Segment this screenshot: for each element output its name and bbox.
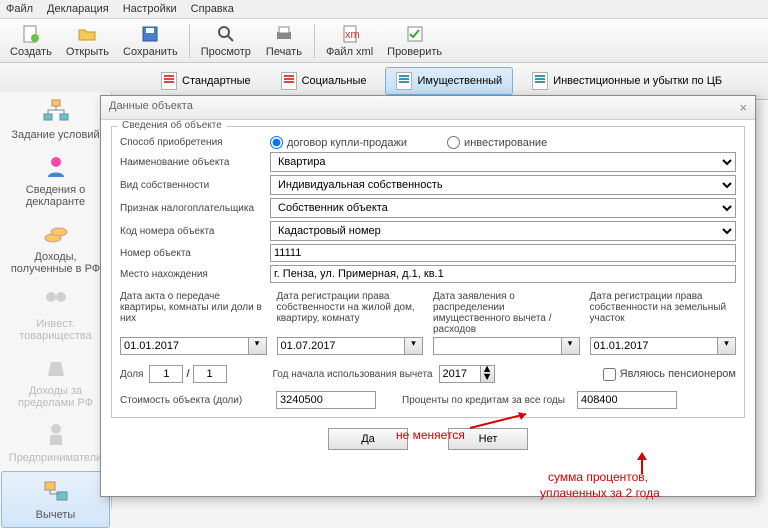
sidebar-item-declarant[interactable]: Сведения о декларанте: [0, 147, 111, 214]
menu-file[interactable]: Файл: [6, 3, 33, 15]
ok-button[interactable]: Да: [328, 428, 408, 450]
share-label: Доля: [120, 369, 143, 380]
save-button[interactable]: Сохранить: [117, 22, 184, 59]
date-reg-home-label: Дата регистрации права собственности на …: [277, 291, 424, 337]
tab-property[interactable]: Имущественный: [385, 67, 513, 95]
sidebar-item-deductions[interactable]: Вычеты: [1, 471, 110, 528]
view-button[interactable]: Просмотр: [195, 22, 257, 59]
main-toolbar: Создать Открыть Сохранить Просмотр Печат…: [0, 19, 768, 63]
sidebar-item-conditions[interactable]: Задание условий: [0, 92, 111, 147]
interest-input[interactable]: [577, 391, 677, 409]
calendar-icon[interactable]: ▾: [718, 337, 736, 355]
print-button[interactable]: Печать: [259, 22, 309, 59]
object-number-input[interactable]: [270, 244, 736, 262]
cancel-button[interactable]: Нет: [448, 428, 528, 450]
tree-icon: [41, 98, 71, 126]
dialog-title: Данные объекта: [109, 100, 193, 115]
sidebar: Задание условий Сведения о декларанте До…: [0, 92, 112, 509]
people-icon: [41, 287, 71, 315]
object-name-select[interactable]: Квартира: [270, 152, 736, 172]
date-reg-land-input[interactable]: [590, 337, 719, 355]
menu-declaration[interactable]: Декларация: [47, 3, 109, 15]
cost-label: Стоимость объекта (доли): [120, 395, 270, 406]
date-reg-home-input[interactable]: [277, 337, 406, 355]
ownership-type-select[interactable]: Индивидуальная собственность: [270, 175, 736, 195]
xml-file-icon: xml: [339, 23, 361, 45]
year-spinner[interactable]: ▲▼: [439, 365, 495, 383]
pensioner-checkbox[interactable]: [603, 368, 616, 381]
share-denominator[interactable]: [193, 365, 227, 383]
filexml-button[interactable]: xml Файл xml: [320, 22, 379, 59]
check-icon: [404, 23, 426, 45]
bag-icon: [41, 354, 71, 382]
folder-open-icon: [76, 23, 98, 45]
date-act-label: Дата акта о передаче квартиры, комнаты и…: [120, 291, 267, 337]
magnifier-icon: [215, 23, 237, 45]
radio-investment[interactable]: инвестирование: [447, 136, 547, 149]
group-legend: Сведения об объекте: [118, 120, 226, 131]
printer-icon: [273, 23, 295, 45]
menu-settings[interactable]: Настройки: [123, 3, 177, 15]
tab-standard[interactable]: Стандартные: [150, 67, 262, 95]
ownership-type-label: Вид собственности: [120, 180, 270, 191]
check-button[interactable]: Проверить: [381, 22, 448, 59]
acquisition-method-label: Способ приобретения: [120, 137, 270, 148]
coins-icon: [41, 220, 71, 248]
date-reg-land-label: Дата регистрации права собственности на …: [590, 291, 737, 337]
sidebar-item-invest-partner[interactable]: Инвест. товарищества: [0, 281, 111, 348]
object-data-dialog: Данные объекта × Сведения об объекте Спо…: [100, 95, 756, 497]
object-name-label: Наименование объекта: [120, 157, 270, 168]
doc-blue-icon: [532, 72, 548, 90]
sidebar-item-income-ru[interactable]: Доходы, полученные в РФ: [0, 214, 111, 281]
location-label: Место нахождения: [120, 269, 270, 280]
year-input[interactable]: [439, 365, 481, 383]
floppy-icon: [139, 23, 161, 45]
sidebar-item-entrepreneur[interactable]: Предприниматели: [0, 415, 111, 470]
close-icon[interactable]: ×: [739, 100, 747, 115]
menu-help[interactable]: Справка: [191, 3, 234, 15]
taxpayer-sign-label: Признак налогоплательщика: [120, 203, 270, 214]
house-icon: [396, 72, 412, 90]
doc-red-icon: [161, 72, 177, 90]
pensioner-label: Являюсь пенсионером: [620, 368, 736, 380]
create-button[interactable]: Создать: [4, 22, 58, 59]
share-numerator[interactable]: [149, 365, 183, 383]
open-button[interactable]: Открыть: [60, 22, 115, 59]
radio-purchase[interactable]: договор купли-продажи: [270, 136, 407, 149]
dialog-titlebar: Данные объекта ×: [101, 96, 755, 120]
tab-social[interactable]: Социальные: [270, 67, 378, 95]
calendar-icon[interactable]: ▾: [249, 337, 267, 355]
year-start-label: Год начала использования вычета: [273, 369, 433, 380]
deduction-icon: [41, 478, 71, 506]
tab-investment[interactable]: Инвестиционные и убытки по ЦБ: [521, 67, 733, 95]
interest-label: Проценты по кредитам за все годы: [402, 395, 565, 406]
object-info-group: Сведения об объекте Способ приобретения …: [111, 126, 745, 418]
cost-input[interactable]: [276, 391, 376, 409]
sidebar-item-income-foreign[interactable]: Доходы за пределами РФ: [0, 348, 111, 415]
date-statement-input[interactable]: [433, 337, 562, 355]
date-act-input[interactable]: [120, 337, 249, 355]
doc-red-icon: [281, 72, 297, 90]
taxpayer-sign-select[interactable]: Собственник объекта: [270, 198, 736, 218]
calendar-icon[interactable]: ▾: [562, 337, 580, 355]
businessman-icon: [41, 421, 71, 449]
date-statement-label: Дата заявления о распределении имуществе…: [433, 291, 580, 337]
location-input[interactable]: [270, 265, 736, 283]
new-file-icon: [20, 23, 42, 45]
object-number-label: Номер объекта: [120, 248, 270, 259]
share-fraction: /: [149, 365, 226, 383]
object-code-label: Код номера объекта: [120, 226, 270, 237]
spinner-buttons[interactable]: ▲▼: [481, 365, 495, 383]
object-code-select[interactable]: Кадастровый номер: [270, 221, 736, 241]
person-icon: [41, 153, 71, 181]
svg-text:xml: xml: [345, 29, 360, 41]
calendar-icon[interactable]: ▾: [405, 337, 423, 355]
menu-bar: Файл Декларация Настройки Справка: [0, 0, 768, 19]
